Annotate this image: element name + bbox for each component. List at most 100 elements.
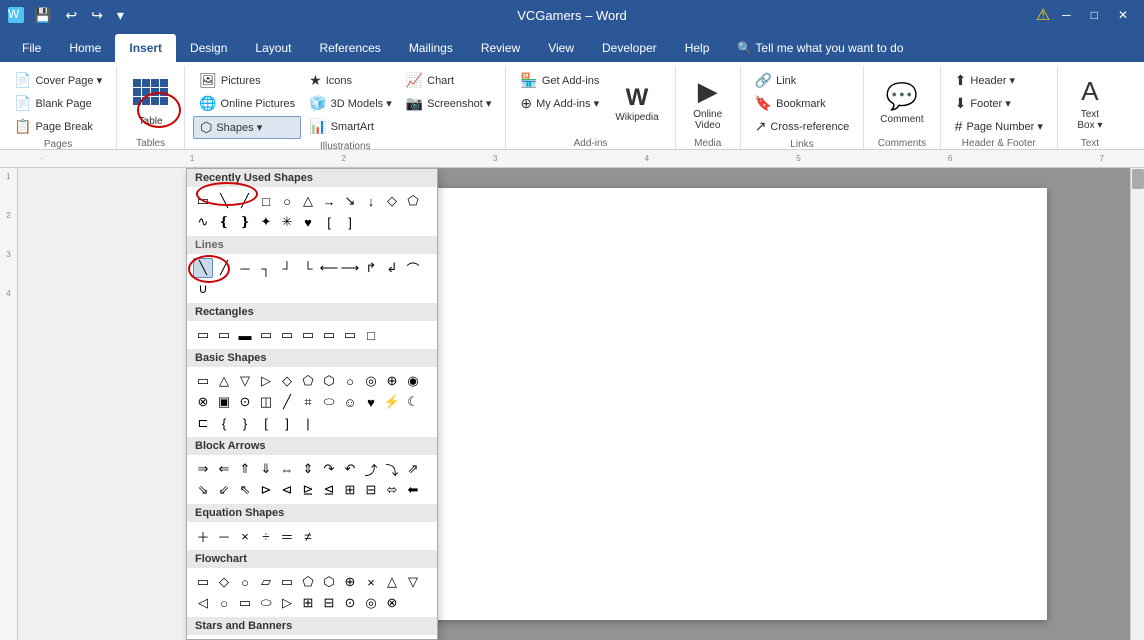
document-page[interactable]: [367, 188, 1047, 620]
eq5[interactable]: ＝: [277, 526, 297, 546]
shape-arrow-rb[interactable]: ↘: [340, 191, 360, 211]
bs4[interactable]: ▷: [256, 371, 276, 391]
rect8[interactable]: ▭: [340, 325, 360, 345]
bs17[interactable]: ⌗: [298, 392, 318, 412]
ba10[interactable]: ⤵: [382, 459, 402, 479]
redo-button[interactable]: ↪: [87, 5, 107, 26]
textbox-button[interactable]: A TextBox ▾: [1066, 70, 1114, 136]
table-button[interactable]: Table: [125, 70, 176, 136]
bs9[interactable]: ◎: [361, 371, 381, 391]
smartart-button[interactable]: 📊 SmartArt: [303, 116, 398, 137]
rect3[interactable]: ▬: [235, 325, 255, 345]
header-button[interactable]: ⬆ Header ▾: [949, 70, 1049, 91]
scrollbar-thumb[interactable]: [1132, 169, 1144, 189]
bs2[interactable]: △: [214, 371, 234, 391]
fc20[interactable]: ◎: [361, 593, 381, 613]
fc3[interactable]: ○: [235, 572, 255, 592]
shape-tri[interactable]: △: [298, 191, 318, 211]
bs10[interactable]: ⊕: [382, 371, 402, 391]
line-arrow1[interactable]: ↱: [361, 258, 381, 278]
bs3[interactable]: ▽: [235, 371, 255, 391]
rect6[interactable]: ▭: [298, 325, 318, 345]
bs21[interactable]: ⚡: [382, 392, 402, 412]
comment-button[interactable]: 💬 Comment: [872, 70, 931, 136]
rect2[interactable]: ▭: [214, 325, 234, 345]
shape-star4[interactable]: ✦: [256, 212, 276, 232]
footer-button[interactable]: ⬇ Footer ▾: [949, 93, 1049, 114]
ba6[interactable]: ⇕: [298, 459, 318, 479]
eq3[interactable]: ×: [235, 526, 255, 546]
line-curve1[interactable]: ⌒: [403, 258, 423, 278]
shape-arrow-d[interactable]: ↓: [361, 191, 381, 211]
fc21[interactable]: ⊗: [382, 593, 402, 613]
tab-file[interactable]: File: [8, 34, 55, 62]
fc11[interactable]: ▽: [403, 572, 423, 592]
tab-home[interactable]: Home: [55, 34, 115, 62]
shape-brace-l[interactable]: ❴: [214, 212, 234, 232]
shape-diamond[interactable]: ◇: [382, 191, 402, 211]
shape-circle[interactable]: ○: [277, 191, 297, 211]
minimize-button[interactable]: ─: [1054, 6, 1079, 24]
ba11[interactable]: ⇗: [403, 459, 423, 479]
chart-button[interactable]: 📈 Chart: [400, 70, 498, 91]
undo-button[interactable]: ↩: [61, 5, 81, 26]
rect7[interactable]: ▭: [319, 325, 339, 345]
ba4[interactable]: ⇓: [256, 459, 276, 479]
online-video-button[interactable]: ▶ OnlineVideo: [684, 70, 732, 136]
shapes-button[interactable]: ⬡ Shapes ▾: [193, 116, 301, 139]
line-double1[interactable]: ⟵: [319, 258, 339, 278]
shape-sun[interactable]: ✳: [277, 212, 297, 232]
line-corner3[interactable]: └: [298, 258, 318, 278]
bs27[interactable]: ]: [277, 413, 297, 433]
ba18[interactable]: ⊴: [319, 480, 339, 500]
bs28[interactable]: |: [298, 413, 318, 433]
fc10[interactable]: △: [382, 572, 402, 592]
shape-bracket-r[interactable]: ]: [340, 212, 360, 232]
fc7[interactable]: ⬡: [319, 572, 339, 592]
tab-view[interactable]: View: [534, 34, 588, 62]
fc15[interactable]: ⬭: [256, 593, 276, 613]
bs6[interactable]: ⬠: [298, 371, 318, 391]
eq1[interactable]: ＋: [193, 526, 213, 546]
close-button[interactable]: ✕: [1110, 6, 1136, 24]
ba19[interactable]: ⊞: [340, 480, 360, 500]
vertical-scrollbar[interactable]: [1130, 168, 1144, 640]
eq6[interactable]: ≠: [298, 526, 318, 546]
ba17[interactable]: ⊵: [298, 480, 318, 500]
fc8[interactable]: ⊕: [340, 572, 360, 592]
bs7[interactable]: ⬡: [319, 371, 339, 391]
save-button[interactable]: 💾: [30, 5, 55, 26]
cross-reference-button[interactable]: ↗ Cross-reference: [749, 116, 856, 137]
bs22[interactable]: ☾: [403, 392, 423, 412]
tab-help[interactable]: Help: [671, 34, 724, 62]
fc16[interactable]: ▷: [277, 593, 297, 613]
rect9[interactable]: □: [361, 325, 381, 345]
shape-arrow-r[interactable]: →: [319, 191, 339, 211]
screenshot-button[interactable]: 📷 Screenshot ▾: [400, 93, 498, 114]
line-horiz[interactable]: ─: [235, 258, 255, 278]
ba9[interactable]: ⤴: [361, 459, 381, 479]
ba12[interactable]: ⇘: [193, 480, 213, 500]
line-curve2[interactable]: ∪: [193, 279, 213, 299]
line-arrow2[interactable]: ↲: [382, 258, 402, 278]
ba13[interactable]: ⇙: [214, 480, 234, 500]
my-addins-button[interactable]: ⊕ My Add-ins ▾: [514, 93, 605, 114]
customize-qat-button[interactable]: ▾: [113, 5, 128, 26]
fc6[interactable]: ⬠: [298, 572, 318, 592]
line-diag2[interactable]: ╱: [214, 258, 234, 278]
bs24[interactable]: {: [214, 413, 234, 433]
ba1[interactable]: ⇒: [193, 459, 213, 479]
bookmark-button[interactable]: 🔖 Bookmark: [749, 93, 856, 114]
blank-page-button[interactable]: 📄 Blank Page: [8, 93, 108, 114]
fc13[interactable]: ○: [214, 593, 234, 613]
rect4[interactable]: ▭: [256, 325, 276, 345]
bs12[interactable]: ⊗: [193, 392, 213, 412]
bs25[interactable]: }: [235, 413, 255, 433]
line-diagonal[interactable]: ╲: [193, 258, 213, 278]
ba14[interactable]: ⇖: [235, 480, 255, 500]
bs15[interactable]: ◫: [256, 392, 276, 412]
bs23[interactable]: ⊏: [193, 413, 213, 433]
fc1[interactable]: ▭: [193, 572, 213, 592]
bs5[interactable]: ◇: [277, 371, 297, 391]
ba7[interactable]: ↷: [319, 459, 339, 479]
